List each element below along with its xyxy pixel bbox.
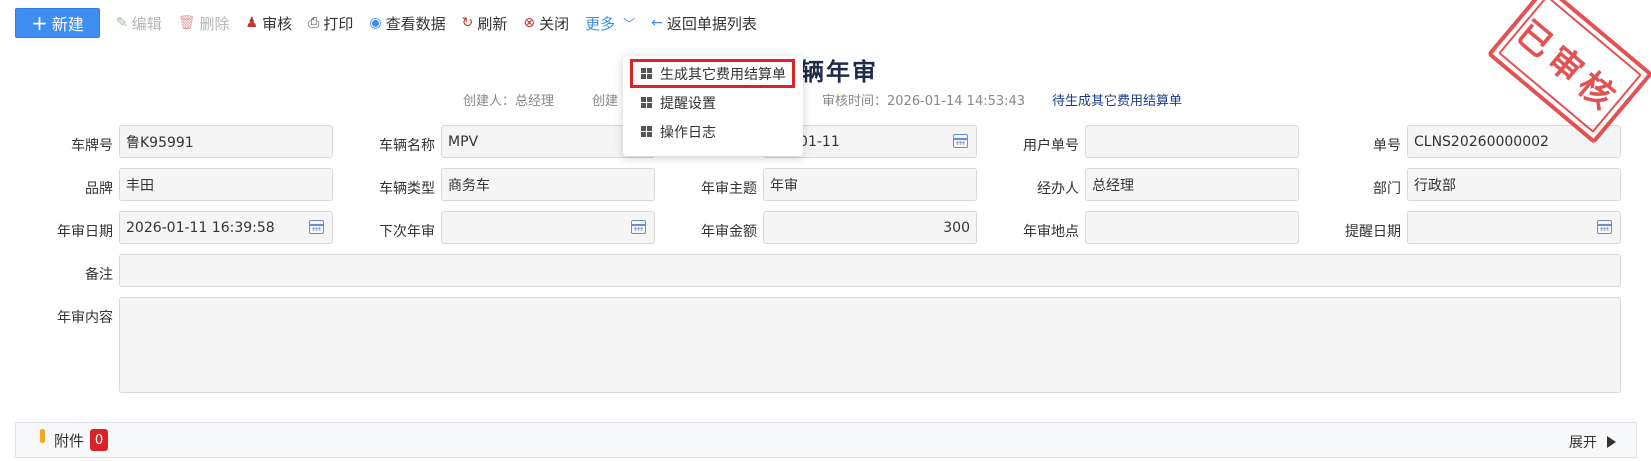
next-audit-label: 下次年审 [379, 224, 435, 240]
refresh-label: 刷新 [477, 14, 508, 33]
calendar-icon[interactable] [309, 220, 324, 234]
create-time-info: 创建 [592, 94, 619, 109]
plate-input[interactable]: 鲁K95991 [119, 125, 333, 158]
delete-button[interactable]: 🗑 删除 [178, 13, 230, 34]
paperclip-icon [40, 429, 45, 443]
menu-item-operation-log[interactable]: 操作日志 [623, 117, 803, 146]
creator-info: 创建人：总经理 [463, 94, 555, 109]
attachment-label: 附件 [54, 431, 85, 450]
triangle-right-icon [1607, 436, 1616, 448]
printer-icon: ⎙ [308, 15, 320, 31]
plus-icon: + [31, 11, 48, 35]
handler-label: 经办人 [1037, 181, 1079, 197]
refresh-button[interactable]: ↻ 刷新 [462, 13, 508, 34]
toolbar: + 新建 ✎ 编辑 🗑 删除 ♟ 审核 ⎙ 打印 ◉ 查看数据 ↻ 刷新 ⊗ 关… [15, 8, 757, 38]
subject-input[interactable]: 年审 [763, 168, 977, 201]
grid-icon [641, 126, 652, 137]
more-dropdown-menu: 生成其它费用结算单 提醒设置 操作日志 [623, 56, 803, 156]
vehicle-type-label: 车辆类型 [379, 181, 435, 197]
content-label: 年审内容 [57, 310, 113, 326]
dept-input[interactable]: 行政部 [1407, 168, 1621, 201]
audit-time-info: 审核时间：2026-01-14 14:53:43 [822, 94, 1026, 109]
stamp-text: 已审核 [1508, 12, 1627, 121]
audit-date-input[interactable]: 2026-01-11 16:39:58 [119, 211, 333, 244]
page-title: 辆年审 [800, 58, 878, 86]
next-audit-input[interactable] [441, 211, 655, 244]
calendar-icon[interactable] [631, 220, 646, 234]
close-button[interactable]: ⊗ 关闭 [523, 13, 569, 34]
more-label: 更多 [585, 14, 616, 33]
delete-label: 删除 [199, 14, 230, 33]
audit-date-label: 年审日期 [57, 224, 113, 240]
edit-icon: ✎ [116, 15, 128, 31]
attachment-bar: 附件 0 展开 [15, 422, 1637, 458]
audit-date-value: 2026-01-11 16:39:58 [126, 219, 275, 236]
amount-input[interactable]: 300 [763, 211, 977, 244]
brand-label: 品牌 [85, 181, 113, 197]
location-label: 年审地点 [1023, 224, 1079, 240]
new-button[interactable]: + 新建 [15, 8, 100, 38]
attachment-count-badge: 0 [90, 429, 109, 451]
chevron-down-icon: ﹀ [623, 16, 636, 31]
user-no-label: 用户单号 [1023, 138, 1079, 154]
more-dropdown-toggle[interactable]: 更多 ﹀ [585, 13, 635, 34]
location-input[interactable] [1085, 211, 1299, 244]
stamp-icon: ♟ [245, 15, 259, 31]
calendar-icon[interactable] [953, 134, 968, 148]
subject-label: 年审主题 [701, 181, 757, 197]
back-to-list-label: 返回单据列表 [666, 14, 757, 33]
view-data-label: 查看数据 [385, 14, 446, 33]
print-button[interactable]: ⎙ 打印 [308, 13, 353, 34]
grid-icon [641, 97, 652, 108]
audit-button[interactable]: ♟ 审核 [246, 13, 293, 34]
remind-date-input[interactable] [1407, 211, 1621, 244]
remark-label: 备注 [85, 267, 113, 283]
handler-input[interactable]: 总经理 [1085, 168, 1299, 201]
vehicle-type-input[interactable]: 商务车 [441, 168, 655, 201]
edit-label: 编辑 [131, 14, 162, 33]
close-label: 关闭 [539, 14, 570, 33]
doc-no-label: 单号 [1373, 138, 1401, 154]
brand-input[interactable]: 丰田 [119, 168, 333, 201]
arrow-left-icon: ← [651, 15, 663, 31]
close-circle-icon: ⊗ [523, 15, 536, 31]
remind-date-label: 提醒日期 [1345, 224, 1401, 240]
expand-label: 展开 [1569, 435, 1597, 451]
back-to-list-button[interactable]: ← 返回单据列表 [651, 13, 757, 34]
menu-item-label: 提醒设置 [660, 95, 716, 112]
user-no-input[interactable] [1085, 125, 1299, 158]
trash-icon: 🗑 [177, 15, 196, 31]
approved-stamp: 已审核 [1486, 0, 1651, 145]
grid-icon [641, 68, 652, 79]
calendar-icon[interactable] [1597, 220, 1612, 234]
view-data-button[interactable]: ◉ 查看数据 [369, 13, 445, 34]
edit-button[interactable]: ✎ 编辑 [116, 13, 162, 34]
expand-button[interactable]: 展开 [1569, 432, 1616, 452]
refresh-icon: ↻ [461, 15, 474, 31]
menu-item-reminder-settings[interactable]: 提醒设置 [623, 88, 803, 117]
print-label: 打印 [323, 14, 354, 33]
menu-item-label: 生成其它费用结算单 [660, 66, 786, 83]
plate-label: 车牌号 [71, 138, 113, 154]
eye-icon: ◉ [369, 15, 382, 31]
audit-label: 审核 [262, 14, 293, 33]
remark-input[interactable] [119, 254, 1621, 287]
menu-item-label: 操作日志 [660, 124, 716, 141]
vehicle-name-label: 车辆名称 [379, 138, 435, 154]
dept-label: 部门 [1373, 181, 1401, 197]
amount-label: 年审金额 [701, 224, 757, 240]
menu-item-generate-settlement[interactable]: 生成其它费用结算单 [630, 59, 795, 88]
status-link[interactable]: 待生成其它费用结算单 [1052, 90, 1182, 109]
content-textarea[interactable] [119, 297, 1621, 393]
new-button-label: 新建 [51, 15, 84, 34]
